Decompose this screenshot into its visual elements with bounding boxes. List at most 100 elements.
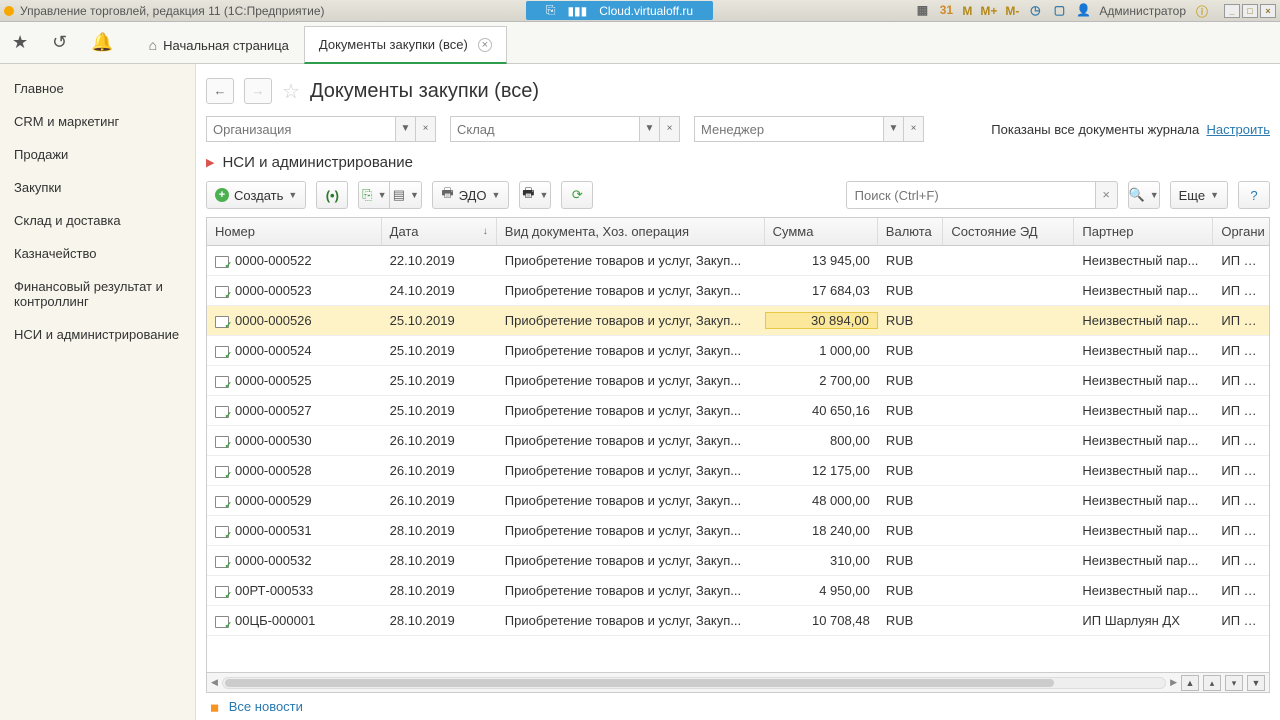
table-row[interactable]: 0000-00052725.10.2019Приобретение товаро… (207, 396, 1269, 426)
table-row[interactable]: 00РТ-00053328.10.2019Приобретение товаро… (207, 576, 1269, 606)
table-row[interactable]: 0000-00052826.10.2019Приобретение товаро… (207, 456, 1269, 486)
close-button[interactable]: × (1260, 4, 1276, 18)
tab-documents[interactable]: Документы закупки (все) × (304, 26, 507, 64)
filter-mgr-dropdown[interactable]: ▼ (884, 116, 904, 142)
status-filter-button[interactable]: (•) (316, 181, 348, 209)
col-number[interactable]: Номер (207, 218, 382, 245)
table-row[interactable]: 0000-00052425.10.2019Приобретение товаро… (207, 336, 1269, 366)
cell-date: 22.10.2019 (382, 253, 497, 268)
toolbar-row: + Создать ▼ (•) ⎘▼ ▤▼ 🖶 ЭДО ▼ 🖶▼ ⟳ × 🔍▼ (206, 181, 1270, 217)
scroll-down-button[interactable]: ▾ (1225, 675, 1243, 691)
table-row[interactable]: 0000-00052222.10.2019Приобретение товаро… (207, 246, 1269, 276)
search-input[interactable] (846, 181, 1096, 209)
document-icon (215, 586, 229, 598)
table-row[interactable]: 0000-00053128.10.2019Приобретение товаро… (207, 516, 1269, 546)
home-icon: ⌂ (149, 37, 157, 53)
tab-close-icon[interactable]: × (478, 38, 492, 52)
filter-organization[interactable] (206, 116, 396, 142)
scroll-up-button[interactable]: ▴ (1203, 675, 1221, 691)
more-button[interactable]: Еще ▼ (1170, 181, 1228, 209)
sidebar-item-purchases[interactable]: Закупки (0, 171, 195, 204)
table-row[interactable]: 0000-00053026.10.2019Приобретение товаро… (207, 426, 1269, 456)
filter-wh-clear[interactable]: × (660, 116, 680, 142)
filter-mgr-clear[interactable]: × (904, 116, 924, 142)
scroll-top-button[interactable]: ▲ (1181, 675, 1199, 691)
refresh-button[interactable]: ⟳ (561, 181, 593, 209)
all-news-link[interactable]: Все новости (229, 699, 303, 714)
nav-forward-button[interactable]: → (244, 78, 272, 104)
app-title: Управление торговлей, редакция 11 (1С:Пр… (20, 4, 325, 18)
m-button[interactable]: М (962, 4, 972, 18)
filter-warehouse[interactable] (450, 116, 640, 142)
cell-sum: 310,00 (765, 553, 878, 568)
cell-type: Приобретение товаров и услуг, Закуп... (497, 433, 765, 448)
sidebar-item-finance[interactable]: Финансовый результат и контроллинг (0, 270, 195, 318)
col-currency[interactable]: Валюта (878, 218, 944, 245)
help-button[interactable]: ? (1238, 181, 1270, 209)
table-scrollbar: ◀ ▶ ▲ ▴ ▾ ▼ (207, 672, 1269, 692)
filter-wh-dropdown[interactable]: ▼ (640, 116, 660, 142)
cell-currency: RUB (878, 463, 944, 478)
scroll-bottom-button[interactable]: ▼ (1247, 675, 1265, 691)
cell-type: Приобретение товаров и услуг, Закуп... (497, 283, 765, 298)
col-date[interactable]: Дата↓ (382, 218, 497, 245)
create-button[interactable]: + Создать ▼ (206, 181, 306, 209)
cell-org: ИП Дег (1213, 343, 1269, 358)
titlebar: Управление торговлей, редакция 11 (1С:Пр… (0, 0, 1280, 22)
sidebar-item-warehouse[interactable]: Склад и доставка (0, 204, 195, 237)
filter-org-clear[interactable]: × (416, 116, 436, 142)
table-row[interactable]: 0000-00052625.10.2019Приобретение товаро… (207, 306, 1269, 336)
cell-currency: RUB (878, 403, 944, 418)
filter-org-dropdown[interactable]: ▼ (396, 116, 416, 142)
maximize-button[interactable]: □ (1242, 4, 1258, 18)
col-type[interactable]: Вид документа, Хоз. операция (497, 218, 765, 245)
document-icon (215, 346, 229, 358)
col-org[interactable]: Органи (1213, 218, 1269, 245)
search-button[interactable]: 🔍▼ (1128, 181, 1160, 209)
col-state[interactable]: Состояние ЭД (943, 218, 1074, 245)
cell-sum: 18 240,00 (765, 523, 878, 538)
h-scroll-thumb[interactable] (225, 679, 1054, 687)
clock-icon[interactable]: ◷ (1027, 3, 1043, 19)
favorite-star-icon[interactable]: ★ (8, 28, 32, 57)
cell-org: ИП Дег (1213, 493, 1269, 508)
sidebar-item-main[interactable]: Главное (0, 72, 195, 105)
cell-currency: RUB (878, 613, 944, 628)
edo-button[interactable]: 🖶 ЭДО ▼ (432, 181, 509, 209)
cell-currency: RUB (878, 283, 944, 298)
info-icon[interactable]: ⓘ (1194, 3, 1210, 19)
sidebar-item-nsi[interactable]: НСИ и администрирование (0, 318, 195, 351)
sidebar-item-sales[interactable]: Продажи (0, 138, 195, 171)
table-row[interactable]: 0000-00053228.10.2019Приобретение товаро… (207, 546, 1269, 576)
table-row[interactable]: 0000-00052525.10.2019Приобретение товаро… (207, 366, 1269, 396)
col-sum[interactable]: Сумма (765, 218, 878, 245)
based-on-button[interactable]: ⎘▼ (358, 181, 390, 209)
table-row[interactable]: 0000-00052926.10.2019Приобретение товаро… (207, 486, 1269, 516)
grid-icon[interactable]: ▦ (914, 3, 930, 19)
history-icon[interactable]: ↺ (48, 28, 71, 57)
m-minus-button[interactable]: М- (1005, 4, 1019, 18)
sidebar-item-crm[interactable]: CRM и маркетинг (0, 105, 195, 138)
table-row[interactable]: 00ЦБ-00000128.10.2019Приобретение товаро… (207, 606, 1269, 636)
page-star-icon[interactable]: ☆ (282, 79, 300, 104)
filter-manager[interactable] (694, 116, 884, 142)
table-row[interactable]: 0000-00052324.10.2019Приобретение товаро… (207, 276, 1269, 306)
cell-org: ИП Дег (1213, 523, 1269, 538)
calendar-icon[interactable]: 31 (938, 3, 954, 19)
filter-configure-link[interactable]: Настроить (1206, 122, 1270, 137)
minimize-button[interactable]: _ (1224, 4, 1240, 18)
bell-icon[interactable]: 🔔 (87, 28, 117, 57)
nav-back-button[interactable]: ← (206, 78, 234, 104)
m-plus-button[interactable]: М+ (980, 4, 997, 18)
print-button[interactable]: 🖶▼ (519, 181, 551, 209)
sidebar-item-treasury[interactable]: Казначейство (0, 237, 195, 270)
plus-icon: + (215, 188, 229, 202)
window-icon[interactable]: ▢ (1051, 3, 1067, 19)
document-icon (215, 256, 229, 268)
search-clear-button[interactable]: × (1096, 181, 1118, 209)
tab-home[interactable]: ⌂ Начальная страница (134, 26, 304, 63)
nsi-row[interactable]: ▶ НСИ и администрирование (206, 150, 1270, 181)
report-button[interactable]: ▤▼ (390, 181, 422, 209)
h-scroll-track[interactable] (222, 677, 1166, 689)
col-partner[interactable]: Партнер (1074, 218, 1213, 245)
